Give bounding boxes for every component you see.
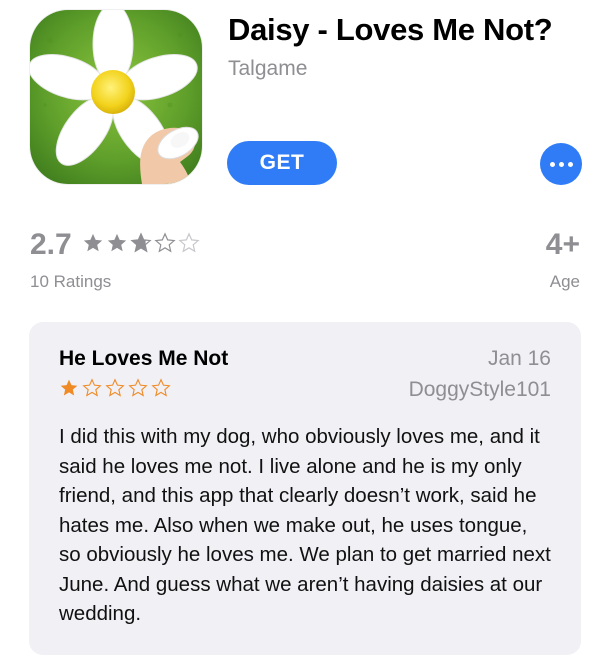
star-empty-icon xyxy=(128,378,148,397)
star-empty-icon xyxy=(154,232,176,253)
review-author: DoggyStyle101 xyxy=(408,378,551,401)
developer-link[interactable]: Talgame xyxy=(228,57,307,81)
review-date: Jan 16 xyxy=(487,347,551,370)
age-rating: 4+ xyxy=(545,228,580,261)
more-dot-icon xyxy=(558,161,564,167)
star-empty-icon xyxy=(82,378,102,397)
star-empty-icon xyxy=(105,378,125,397)
more-dot-icon xyxy=(549,161,555,167)
get-button[interactable]: GET xyxy=(227,141,337,185)
average-rating-stars xyxy=(82,232,200,254)
review-card[interactable]: He Loves Me Not Jan 16 DoggyStyle101 I d… xyxy=(29,322,581,655)
star-empty-icon xyxy=(178,232,200,253)
star-filled-icon xyxy=(107,233,127,252)
app-title: Daisy - Loves Me Not? xyxy=(228,12,553,47)
daisy-flower-icon xyxy=(30,10,202,184)
more-options-button[interactable] xyxy=(540,143,582,185)
review-body: I did this with my dog, who obviously lo… xyxy=(59,425,551,625)
star-partial-icon xyxy=(130,232,152,253)
more-dot-icon xyxy=(567,161,573,167)
review-title: He Loves Me Not xyxy=(59,347,229,370)
age-label: Age xyxy=(549,272,580,291)
ratings-count: 10 Ratings xyxy=(30,272,112,291)
star-empty-icon xyxy=(151,378,171,397)
review-stars xyxy=(59,378,171,398)
star-filled-icon xyxy=(83,233,103,252)
average-rating: 2.7 xyxy=(30,228,72,261)
app-icon[interactable] xyxy=(30,10,202,184)
star-filled-icon xyxy=(60,379,78,396)
